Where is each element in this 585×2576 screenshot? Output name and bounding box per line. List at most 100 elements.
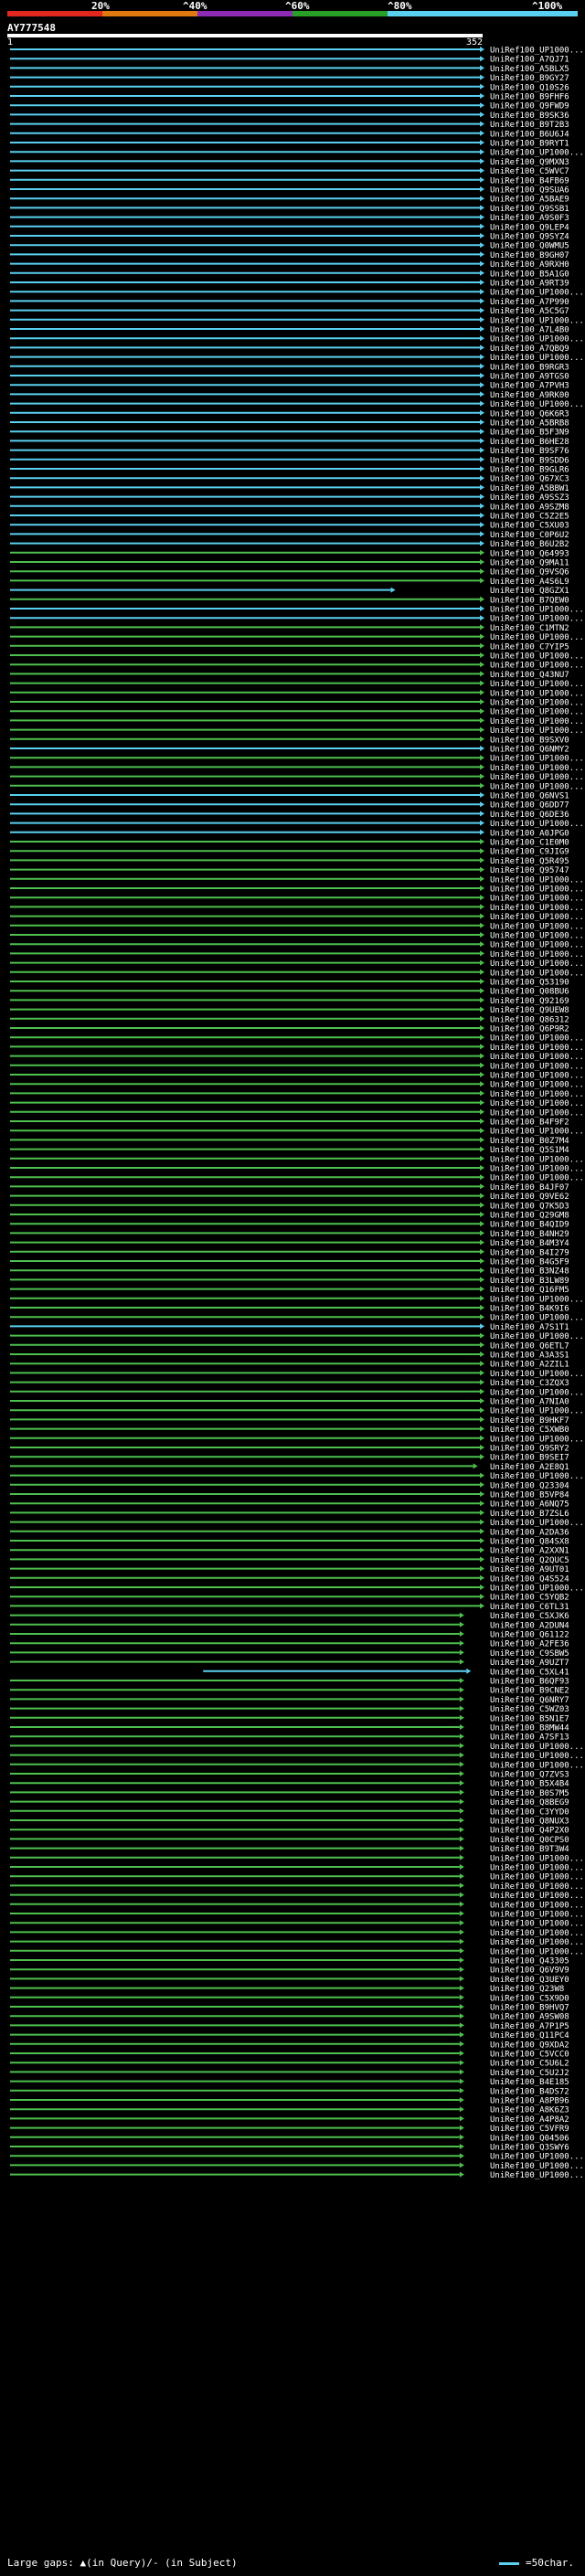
hit-label[interactable]: UniRef100_A2XXN1 [490, 1547, 569, 1556]
hit-label[interactable]: UniRef100_Q6DE36 [490, 811, 569, 820]
hit-label[interactable]: UniRef100_Q8GZX1 [490, 587, 569, 596]
hit-label[interactable]: UniRef100_Q8BEG9 [490, 1798, 569, 1807]
hit-label[interactable]: UniRef100_UP1000... [490, 289, 584, 298]
hit-label[interactable]: UniRef100_UP1000... [490, 1099, 584, 1108]
hit-label[interactable]: UniRef100_A9TGS0 [490, 373, 569, 382]
hit-label[interactable]: UniRef100_C5XU03 [490, 522, 569, 531]
hit-label[interactable]: UniRef100_Q0WMU5 [490, 242, 569, 251]
hit-label[interactable]: UniRef100_B9SDD6 [490, 456, 569, 465]
hit-label[interactable]: UniRef100_UP1000... [490, 699, 584, 708]
hit-label[interactable]: UniRef100_Q67XC3 [490, 475, 569, 484]
hit-label[interactable]: UniRef100_Q9SRY2 [490, 1445, 569, 1454]
hit-label[interactable]: UniRef100_A2DA36 [490, 1528, 569, 1537]
hit-label[interactable]: UniRef100_UP1000... [490, 913, 584, 922]
hit-label[interactable]: UniRef100_C5U2J2 [490, 2069, 569, 2078]
hit-label[interactable]: UniRef100_C5WVC7 [490, 167, 569, 176]
hit-label[interactable]: UniRef100_A4S6L9 [490, 578, 569, 587]
hit-label[interactable]: UniRef100_Q9MA11 [490, 559, 569, 568]
hit-label[interactable]: UniRef100_Q6DD77 [490, 801, 569, 811]
hit-label[interactable]: UniRef100_C9JIG9 [490, 848, 569, 857]
hit-label[interactable]: UniRef100_B9RYT1 [490, 140, 569, 149]
hit-label[interactable]: UniRef100_B0S7M5 [490, 1789, 569, 1798]
hit-label[interactable]: UniRef100_Q84SX8 [490, 1538, 569, 1547]
hit-label[interactable]: UniRef100_Q08BU6 [490, 988, 569, 997]
hit-label[interactable]: UniRef100_B0Z7M4 [490, 1137, 569, 1146]
hit-label[interactable]: UniRef100_UP1000... [490, 782, 584, 791]
hit-label[interactable]: UniRef100_UP1000... [490, 820, 584, 829]
hit-label[interactable]: UniRef100_UP1000... [490, 875, 584, 885]
hit-label[interactable]: UniRef100_UP1000... [490, 1155, 584, 1164]
hit-label[interactable]: UniRef100_UP1000... [490, 1873, 584, 1882]
hit-label[interactable]: UniRef100_UP1000... [490, 1743, 584, 1752]
hit-label[interactable]: UniRef100_C6TL31 [490, 1603, 569, 1612]
hit-label[interactable]: UniRef100_A9UT01 [490, 1565, 569, 1574]
hit-label[interactable]: UniRef100_A2DUN4 [490, 1621, 569, 1630]
hit-label[interactable]: UniRef100_A5BBW1 [490, 484, 569, 493]
hit-label[interactable]: UniRef100_UP1000... [490, 615, 584, 624]
hit-label[interactable]: UniRef100_A9SW08 [490, 2013, 569, 2022]
hit-label[interactable]: UniRef100_UP1000... [490, 1901, 584, 1910]
hit-label[interactable]: UniRef100_Q9VSQ6 [490, 568, 569, 578]
hit-label[interactable]: UniRef100_A7S1T1 [490, 1323, 569, 1332]
hit-label[interactable]: UniRef100_UP1000... [490, 354, 584, 363]
hit-label[interactable]: UniRef100_UP1000... [490, 1332, 584, 1341]
hit-label[interactable]: UniRef100_C5YQB2 [490, 1594, 569, 1603]
hit-label[interactable]: UniRef100_A7QBQ9 [490, 345, 569, 354]
hit-label[interactable]: UniRef100_A4P8A2 [490, 2115, 569, 2125]
hit-label[interactable]: UniRef100_A7P990 [490, 298, 569, 307]
hit-label[interactable]: UniRef100_UP1000... [490, 717, 584, 726]
hit-label[interactable]: UniRef100_Q53190 [490, 979, 569, 988]
hit-label[interactable]: UniRef100_UP1000... [490, 1864, 584, 1873]
hit-label[interactable]: UniRef100_A7L4B0 [490, 326, 569, 335]
hit-label[interactable]: UniRef100_B6U6J4 [490, 130, 569, 139]
hit-label[interactable]: UniRef100_A6NQ75 [490, 1500, 569, 1510]
hit-label[interactable]: UniRef100_C0P6U2 [490, 531, 569, 540]
hit-label[interactable]: UniRef100_B4NH29 [490, 1230, 569, 1239]
hit-label[interactable]: UniRef100_UP1000... [490, 773, 584, 782]
hit-label[interactable]: UniRef100_B4I279 [490, 1248, 569, 1257]
hit-label[interactable]: UniRef100_Q64993 [490, 549, 569, 558]
hit-label[interactable]: UniRef100_UP1000... [490, 1108, 584, 1118]
hit-label[interactable]: UniRef100_Q9LEP4 [490, 223, 569, 232]
hit-label[interactable]: UniRef100_UP1000... [490, 689, 584, 698]
hit-label[interactable]: UniRef100_UP1000... [490, 1090, 584, 1099]
hit-label[interactable]: UniRef100_UP1000... [490, 1752, 584, 1761]
hit-label[interactable]: UniRef100_B5F3N9 [490, 429, 569, 438]
hit-label[interactable]: UniRef100_UP1000... [490, 1472, 584, 1481]
hit-label[interactable]: UniRef100_C5X9D0 [490, 1994, 569, 2003]
hit-label[interactable]: UniRef100_Q16FM5 [490, 1286, 569, 1295]
hit-label[interactable]: UniRef100_C5VCC0 [490, 2051, 569, 2060]
hit-label[interactable]: UniRef100_B9RGR3 [490, 363, 569, 372]
hit-label[interactable]: UniRef100_Q9UEW8 [490, 1006, 569, 1015]
hit-label[interactable]: UniRef100_UP1000... [490, 895, 584, 904]
hit-label[interactable]: UniRef100_UP1000... [490, 1435, 584, 1444]
hit-label[interactable]: UniRef100_B7QEW0 [490, 596, 569, 605]
hit-label[interactable]: UniRef100_B5X4B4 [490, 1780, 569, 1789]
hit-label[interactable]: UniRef100_UP1000... [490, 1938, 584, 1947]
hit-label[interactable]: UniRef100_Q3SWY6 [490, 2144, 569, 2153]
hit-label[interactable]: UniRef100_C7YIP5 [490, 642, 569, 652]
hit-label[interactable]: UniRef100_UP1000... [490, 1081, 584, 1090]
hit-label[interactable]: UniRef100_UP1000... [490, 606, 584, 615]
hit-label[interactable]: UniRef100_Q7K5D3 [490, 1202, 569, 1211]
hit-label[interactable]: UniRef100_Q4S524 [490, 1574, 569, 1584]
hit-label[interactable]: UniRef100_A9SZM8 [490, 503, 569, 512]
hit-label[interactable]: UniRef100_C1E0M0 [490, 839, 569, 848]
hit-label[interactable]: UniRef100_B7ZSL6 [490, 1510, 569, 1519]
hit-label[interactable]: UniRef100_UP1000... [490, 1854, 584, 1863]
hit-label[interactable]: UniRef100_Q92169 [490, 997, 569, 1006]
hit-label[interactable]: UniRef100_B8MW44 [490, 1724, 569, 1733]
hit-label[interactable]: UniRef100_Q2QUC5 [490, 1556, 569, 1565]
hit-label[interactable]: UniRef100_B4G5F9 [490, 1258, 569, 1267]
hit-label[interactable]: UniRef100_A5BRB8 [490, 419, 569, 429]
hit-label[interactable]: UniRef100_Q6NRY7 [490, 1696, 569, 1705]
hit-label[interactable]: UniRef100_UP1000... [490, 1947, 584, 1956]
hit-label[interactable]: UniRef100_B3LW89 [490, 1277, 569, 1286]
hit-label[interactable]: UniRef100_Q6NVS1 [490, 792, 569, 801]
hit-label[interactable]: UniRef100_B5A1G0 [490, 270, 569, 279]
hit-label[interactable]: UniRef100_B9GH07 [490, 251, 569, 260]
hit-label[interactable]: UniRef100_UP1000... [490, 652, 584, 662]
hit-label[interactable]: UniRef100_UP1000... [490, 1314, 584, 1323]
hit-label[interactable]: UniRef100_A9RK00 [490, 391, 569, 400]
hit-label[interactable]: UniRef100_UP1000... [490, 335, 584, 345]
